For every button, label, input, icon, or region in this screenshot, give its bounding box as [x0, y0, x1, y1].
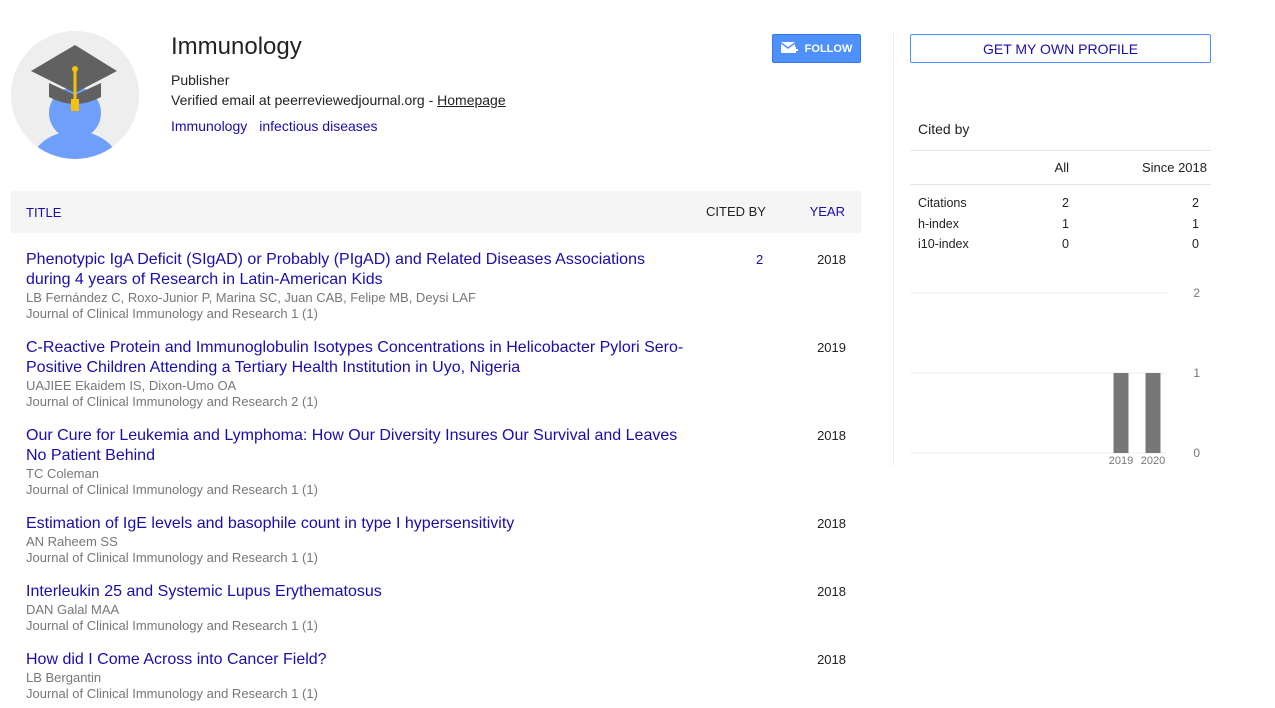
profile-name: Immunology — [171, 33, 302, 60]
metric-all-value: 2 — [1062, 196, 1069, 210]
column-all: All — [1054, 160, 1069, 175]
year-column-header[interactable]: YEAR — [810, 204, 845, 219]
table-row: Interleukin 25 and Systemic Lupus Erythe… — [26, 582, 846, 650]
article-year: 2018 — [817, 516, 846, 531]
article-year: 2018 — [817, 584, 846, 599]
articles-list: Phenotypic IgA Deficit (SIgAD) or Probab… — [26, 250, 846, 706]
citation-table-header: All Since 2018 — [910, 151, 1211, 185]
article-authors: DAN Galal MAA — [26, 602, 120, 617]
metric-row-citations: Citations 2 2 — [910, 194, 1211, 215]
title-column-header[interactable]: TITLE — [26, 205, 61, 220]
table-row: C-Reactive Protein and Immunoglobulin Is… — [26, 338, 846, 426]
table-row: Phenotypic IgA Deficit (SIgAD) or Probab… — [26, 250, 846, 338]
article-title-link[interactable]: Phenotypic IgA Deficit (SIgAD) or Probab… — [26, 250, 691, 290]
metric-label[interactable]: i10-index — [918, 237, 969, 251]
article-authors: LB Bergantin — [26, 670, 102, 685]
table-row: Estimation of IgE levels and basophile c… — [26, 514, 846, 582]
interest-link-immunology[interactable]: Immunology — [171, 118, 247, 134]
follow-label: FOLLOW — [804, 42, 853, 55]
article-venue: Journal of Clinical Immunology and Resea… — [26, 618, 318, 633]
article-venue: Journal of Clinical Immunology and Resea… — [26, 550, 318, 565]
avatar — [11, 31, 139, 159]
bar-2019[interactable] — [1113, 373, 1129, 453]
article-venue: Journal of Clinical Immunology and Resea… — [26, 482, 318, 497]
article-title-link[interactable]: Estimation of IgE levels and basophile c… — [26, 514, 691, 534]
metric-since-value: 1 — [1192, 216, 1199, 231]
column-divider — [893, 32, 894, 466]
article-venue: Journal of Clinical Immunology and Resea… — [26, 306, 318, 321]
article-title-link[interactable]: Our Cure for Leukemia and Lymphoma: How … — [26, 426, 691, 466]
y-tick-label: 0 — [1193, 446, 1200, 460]
cited-by-heading: Cited by — [918, 121, 970, 137]
metric-label[interactable]: Citations — [918, 196, 967, 210]
follow-button[interactable]: FOLLOW — [772, 34, 861, 63]
interest-link-infectious-diseases[interactable]: infectious diseases — [259, 118, 377, 134]
bar-2020[interactable] — [1145, 373, 1161, 453]
email-text: Verified email at peerreviewedjournal.or… — [171, 92, 438, 108]
articles-table-header: TITLE CITED BY YEAR — [11, 191, 861, 233]
metric-since-value: 0 — [1192, 237, 1199, 251]
article-title-link[interactable]: Interleukin 25 and Systemic Lupus Erythe… — [26, 582, 691, 602]
article-year: 2018 — [817, 652, 846, 667]
y-tick-label: 1 — [1193, 366, 1200, 380]
article-venue: Journal of Clinical Immunology and Resea… — [26, 686, 318, 701]
homepage-link[interactable]: Homepage — [437, 92, 506, 108]
article-year: 2018 — [817, 428, 846, 443]
article-title-link[interactable]: How did I Come Across into Cancer Field? — [26, 650, 691, 670]
article-authors: UAJIEE Ekaidem IS, Dixon-Umo OA — [26, 378, 237, 393]
cited-by-column-header: CITED BY — [706, 204, 766, 219]
profile-email: Verified email at peerreviewedjournal.or… — [171, 91, 506, 109]
metric-all-value: 1 — [1062, 216, 1069, 231]
article-cited-by-link[interactable]: 2 — [756, 252, 763, 267]
citations-per-year-chart: 0 1 2 2019 2020 — [910, 286, 1200, 467]
article-title-link[interactable]: C-Reactive Protein and Immunoglobulin Is… — [26, 338, 691, 378]
y-tick-label: 2 — [1193, 286, 1200, 300]
column-since-2018: Since 2018 — [1141, 160, 1207, 175]
x-tick-label: 2020 — [1141, 455, 1165, 467]
metric-label[interactable]: h-index — [918, 217, 959, 231]
article-authors: TC Coleman — [26, 466, 99, 481]
article-year: 2019 — [817, 340, 846, 355]
article-venue: Journal of Clinical Immunology and Resea… — [26, 394, 318, 409]
article-authors: AN Raheem SS — [26, 534, 118, 549]
table-row: How did I Come Across into Cancer Field?… — [26, 650, 846, 706]
get-my-own-profile-button[interactable]: GET MY OWN PROFILE — [910, 34, 1211, 63]
interests-list: Immunology infectious diseases — [171, 117, 390, 135]
mail-plus-icon — [780, 41, 798, 53]
table-row: Our Cure for Leukemia and Lymphoma: How … — [26, 426, 846, 514]
article-year: 2018 — [817, 252, 846, 267]
x-tick-label: 2019 — [1109, 455, 1133, 467]
article-authors: LB Fernández C, Roxo-Junior P, Marina SC… — [26, 290, 476, 305]
profile-affiliation: Publisher — [171, 72, 230, 88]
metric-all-value: 0 — [1062, 237, 1069, 251]
metric-row-h-index: h-index 1 1 — [910, 215, 1211, 236]
metric-row-i10-index: i10-index 0 0 — [910, 235, 1211, 256]
citation-metrics-table: All Since 2018 Citations 2 2 h-index 1 1… — [910, 150, 1211, 256]
graduate-cap-avatar-icon — [11, 31, 139, 159]
metric-since-value: 2 — [1192, 196, 1199, 210]
